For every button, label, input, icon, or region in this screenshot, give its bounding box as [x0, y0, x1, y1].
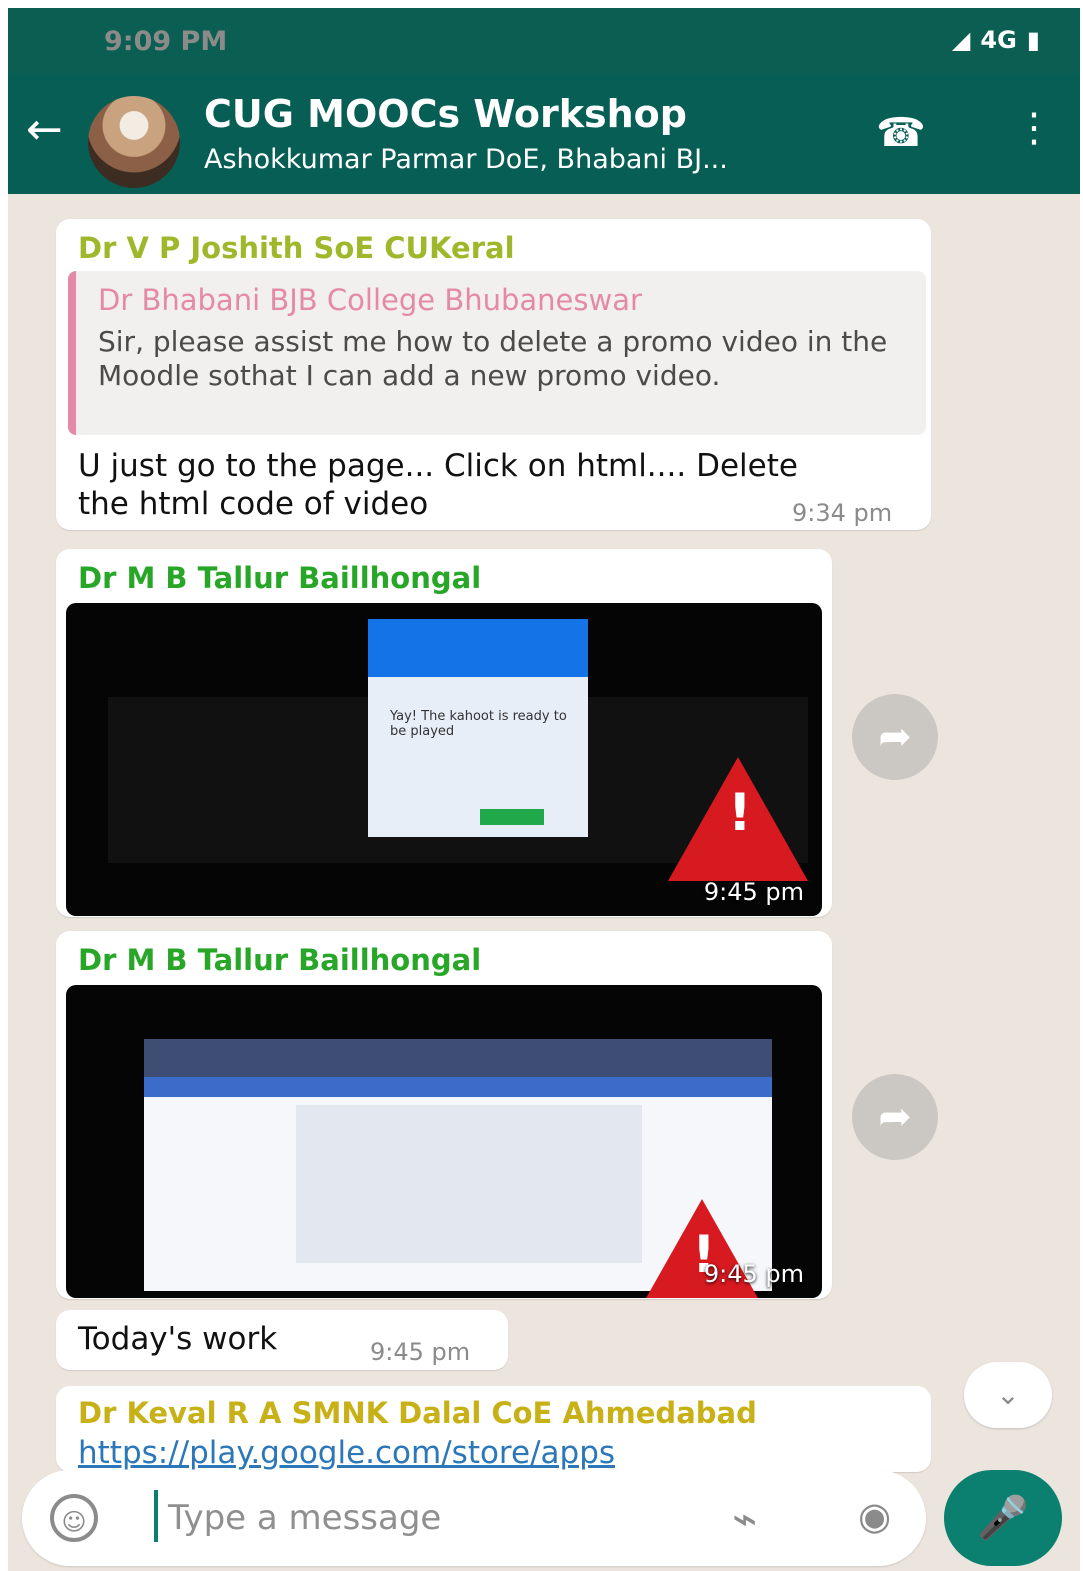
quoted-sender: Dr Bhabani BJB College Bhubaneswar [98, 283, 642, 317]
chat-header: ← CUG MOOCs Workshop Ashokkumar Parmar D… [8, 74, 1080, 194]
forward-icon[interactable]: ➦ [852, 1074, 938, 1160]
message-bubble[interactable]: Today's work 9:45 pm [56, 1310, 508, 1370]
more-options-icon[interactable]: ⋮ [1014, 108, 1054, 148]
message-sender: Dr M B Tallur Baillhongal [78, 561, 482, 595]
chat-area[interactable]: Dr V P Joshith SoE CUKeral Dr Bhabani BJ… [8, 194, 1080, 1472]
camera-icon[interactable]: ◉ [858, 1494, 891, 1538]
message-bubble[interactable]: Dr Keval R A SMNK Dalal CoE Ahmedabad ht… [56, 1386, 931, 1472]
signal-icon: ◢ [951, 26, 971, 54]
chat-title[interactable]: CUG MOOCs Workshop [204, 92, 687, 136]
image-message-bubble[interactable]: Dr M B Tallur Baillhongal 9:45 pm [56, 931, 832, 1299]
back-arrow-icon[interactable]: ← [26, 108, 63, 152]
scroll-down-button[interactable]: ⌄ [964, 1362, 1052, 1428]
message-link[interactable]: https://play.google.com/store/apps [78, 1434, 615, 1472]
message-sender: Dr Keval R A SMNK Dalal CoE Ahmedabad [78, 1396, 757, 1430]
battery-icon: ▮ [1026, 26, 1040, 54]
message-sender: Dr V P Joshith SoE CUKeral [78, 231, 515, 265]
group-avatar[interactable] [88, 96, 180, 188]
quoted-text: Sir, please assist me how to delete a pr… [98, 325, 888, 392]
text-cursor [154, 1490, 158, 1542]
message-bubble[interactable]: Dr V P Joshith SoE CUKeral Dr Bhabani BJ… [56, 219, 931, 530]
quoted-message[interactable]: Dr Bhabani BJB College Bhubaneswar Sir, … [68, 271, 926, 435]
forward-icon[interactable]: ➦ [852, 694, 938, 780]
attach-icon[interactable]: ⌁ [732, 1494, 757, 1543]
status-bar: 9:09 PM ◢ 4G ▮ [8, 8, 1080, 74]
message-text: U just go to the page... Click on html..… [78, 448, 798, 522]
message-time: 9:45 pm [370, 1338, 471, 1366]
image-time: 9:45 pm [703, 1260, 804, 1288]
image-message-bubble[interactable]: Dr M B Tallur Baillhongal Yay! The kahoo… [56, 549, 832, 917]
emoji-icon[interactable]: ☺ [50, 1494, 98, 1542]
message-time: 9:34 pm [792, 499, 893, 527]
message-image[interactable]: 9:45 pm [66, 985, 822, 1298]
microphone-icon[interactable]: 🎤 [944, 1470, 1062, 1566]
chat-participants[interactable]: Ashokkumar Parmar DoE, Bhabani BJ... [204, 144, 728, 175]
network-label: 4G [980, 26, 1017, 54]
message-composer[interactable]: ☺ Type a message ⌁ ◉ [22, 1470, 926, 1566]
image-dialog-text: Yay! The kahoot is ready to be played [390, 709, 567, 739]
message-image[interactable]: Yay! The kahoot is ready to be played 9:… [66, 603, 822, 916]
message-sender: Dr M B Tallur Baillhongal [78, 943, 482, 977]
warning-icon [668, 757, 808, 881]
status-icons: ◢ 4G ▮ [952, 26, 1040, 54]
chevron-down-icon: ⌄ [996, 1378, 1020, 1411]
image-time: 9:45 pm [703, 878, 804, 906]
message-input[interactable]: Type a message [168, 1498, 441, 1538]
message-text: Today's work [78, 1321, 278, 1357]
whatsapp-screen: 9:09 PM ◢ 4G ▮ ← CUG MOOCs Workshop Asho… [8, 8, 1080, 1571]
kahoot-dialog: Yay! The kahoot is ready to be played [368, 619, 588, 837]
status-time: 9:09 PM [104, 26, 228, 57]
add-call-icon[interactable]: ☎ [876, 110, 926, 156]
